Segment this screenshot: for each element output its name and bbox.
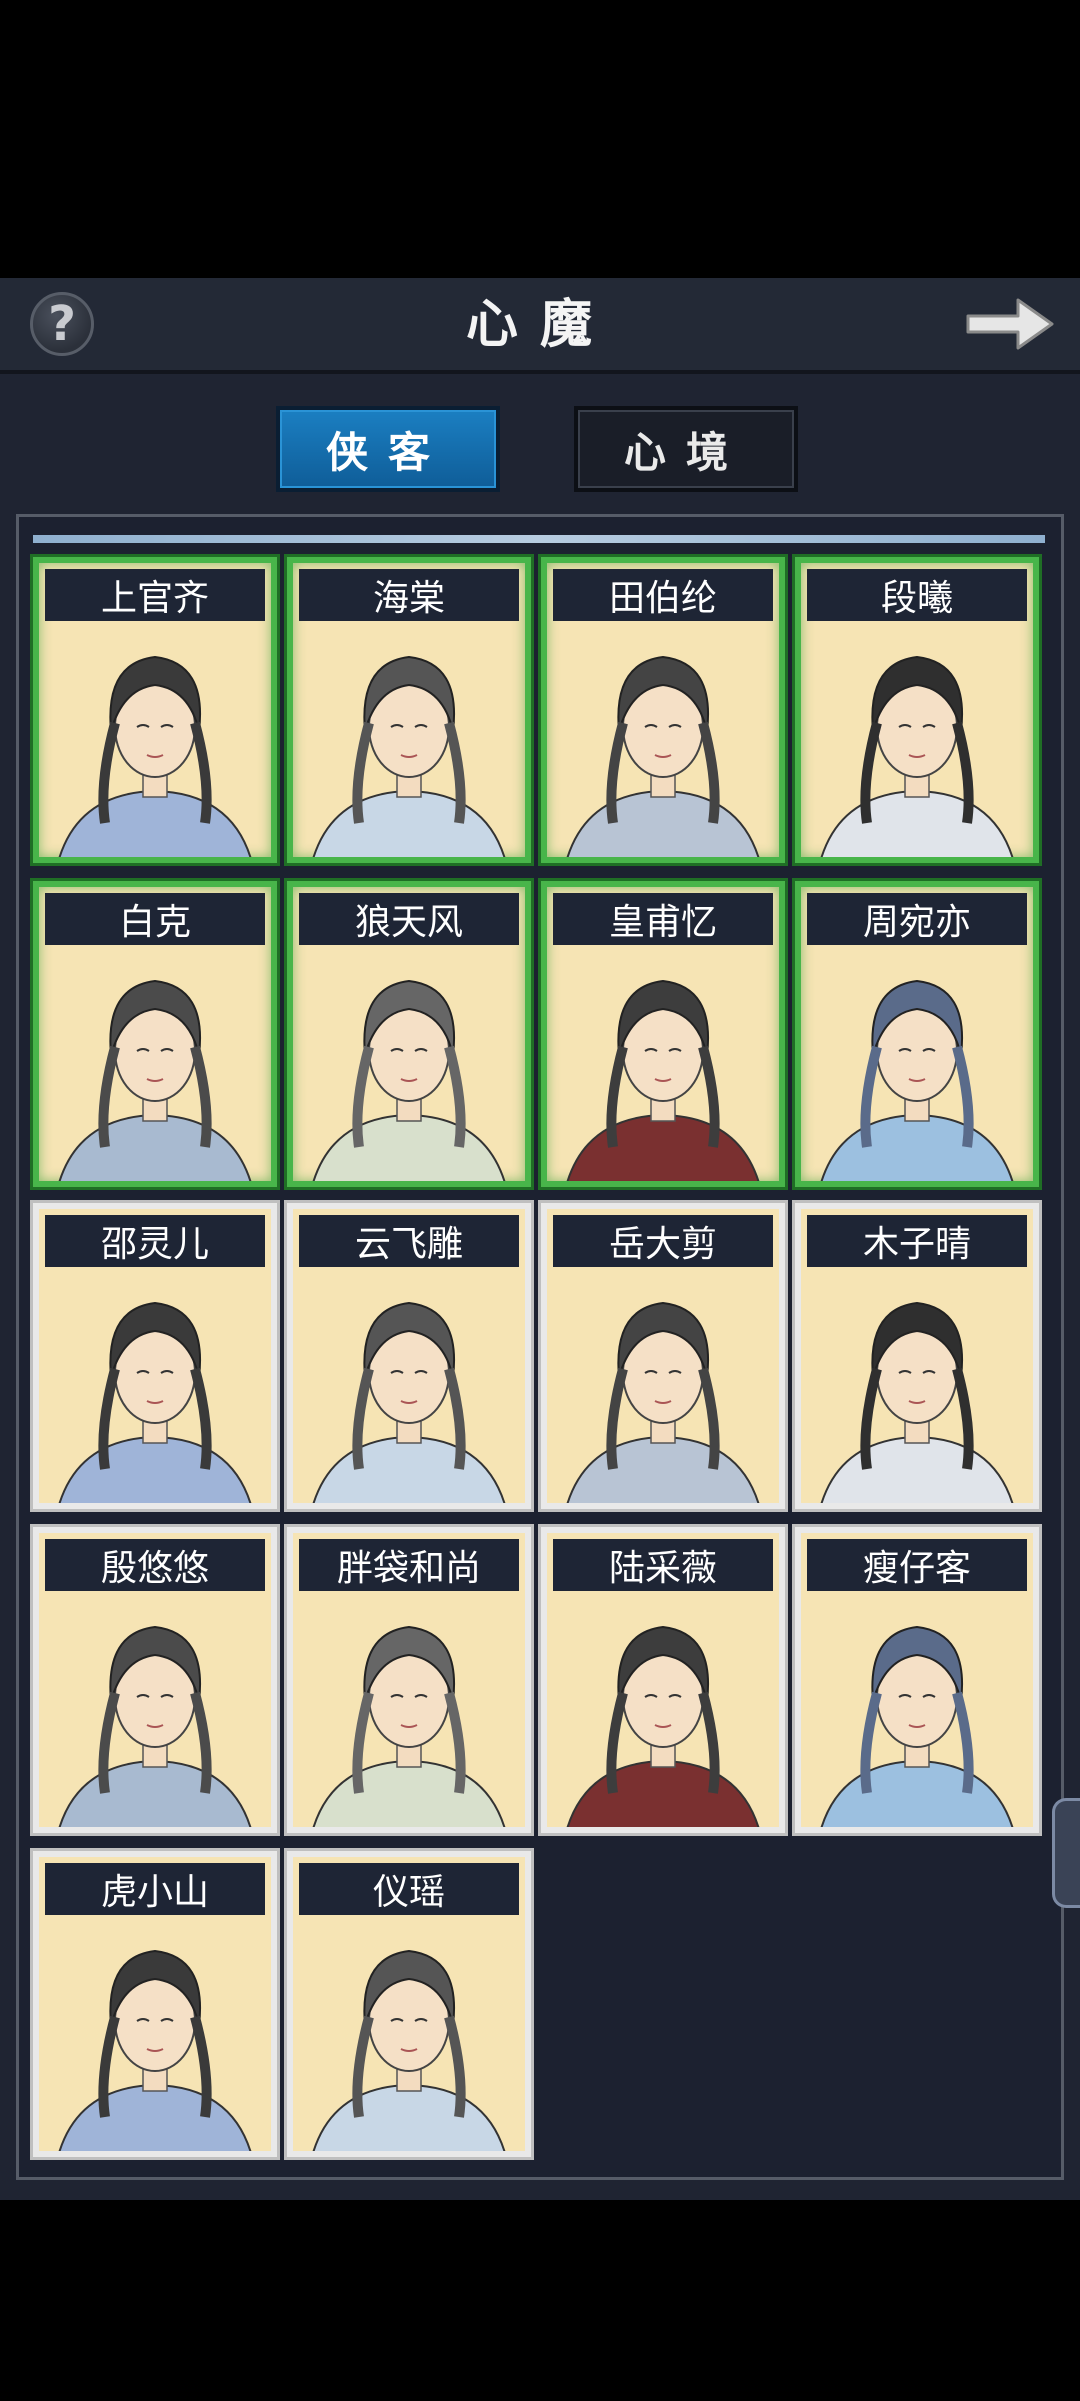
character-card[interactable]: 田伯纶 (541, 557, 785, 863)
character-card[interactable]: 陆采薇 (541, 1527, 785, 1833)
character-portrait (566, 655, 760, 857)
character-portrait (312, 979, 506, 1181)
character-portrait (566, 1301, 760, 1503)
character-portrait (58, 979, 252, 1181)
character-card[interactable]: 海棠 (287, 557, 531, 863)
character-card[interactable]: 虎小山 (33, 1851, 277, 2157)
character-portrait (312, 1949, 506, 2151)
character-name: 周宛亦 (807, 893, 1027, 945)
character-portrait (566, 1625, 760, 1827)
heart-demon-panel: ? 心魔 侠客 心境 上官齐 海棠 田伯纶 段曦白克 狼天风 皇甫忆 周宛亦邵灵儿 云飞雕 岳大… (0, 278, 1080, 2200)
character-card[interactable]: 云飞雕 (287, 1203, 531, 1509)
character-card[interactable]: 仪瑶 (287, 1851, 531, 2157)
character-grid: 上官齐 海棠 田伯纶 段曦白克 狼天风 皇甫忆 周宛亦邵灵儿 云飞雕 岳大剪 木子晴殷悠悠 胖袋和尚… (16, 514, 1064, 2180)
character-name: 陆采薇 (553, 1539, 773, 1591)
character-name: 虎小山 (45, 1863, 265, 1915)
tab-heroes-label: 侠客 (325, 427, 450, 477)
character-portrait (312, 655, 506, 857)
page-title: 心魔 (465, 294, 614, 355)
character-card[interactable]: 上官齐 (33, 557, 277, 863)
character-name: 段曦 (807, 569, 1027, 621)
character-portrait (58, 1301, 252, 1503)
character-portrait (820, 1301, 1014, 1503)
character-name: 木子晴 (807, 1215, 1027, 1267)
tab-bar: 侠客 心境 (0, 406, 1080, 496)
character-portrait (312, 1625, 506, 1827)
next-button[interactable] (962, 290, 1058, 358)
character-card[interactable]: 殷悠悠 (33, 1527, 277, 1833)
character-portrait (58, 655, 252, 857)
character-portrait (58, 1625, 252, 1827)
character-name: 海棠 (299, 569, 519, 621)
character-portrait (820, 655, 1014, 857)
tab-state-of-mind[interactable]: 心境 (574, 406, 798, 492)
character-card[interactable]: 木子晴 (795, 1203, 1039, 1509)
character-card[interactable]: 邵灵儿 (33, 1203, 277, 1509)
character-portrait (820, 1625, 1014, 1827)
character-card[interactable]: 段曦 (795, 557, 1039, 863)
character-name: 瘦仔客 (807, 1539, 1027, 1591)
arrow-right-icon (966, 298, 1054, 350)
character-card[interactable]: 白克 (33, 881, 277, 1187)
character-name: 上官齐 (45, 569, 265, 621)
character-card[interactable]: 狼天风 (287, 881, 531, 1187)
grid-top-bar (33, 535, 1045, 543)
character-name: 田伯纶 (553, 569, 773, 621)
character-card[interactable]: 瘦仔客 (795, 1527, 1039, 1833)
character-portrait (312, 1301, 506, 1503)
tab-heroes[interactable]: 侠客 (276, 406, 500, 492)
character-card[interactable]: 岳大剪 (541, 1203, 785, 1509)
character-name: 岳大剪 (553, 1215, 773, 1267)
side-drawer-handle[interactable] (1052, 1798, 1080, 1908)
character-name: 殷悠悠 (45, 1539, 265, 1591)
character-card[interactable]: 胖袋和尚 (287, 1527, 531, 1833)
character-name: 邵灵儿 (45, 1215, 265, 1267)
tab-state-of-mind-label: 心境 (623, 427, 748, 477)
header-bar: ? 心魔 (0, 278, 1080, 374)
character-name: 云飞雕 (299, 1215, 519, 1267)
character-card[interactable]: 皇甫忆 (541, 881, 785, 1187)
character-name: 白克 (45, 893, 265, 945)
character-portrait (566, 979, 760, 1181)
character-name: 狼天风 (299, 893, 519, 945)
character-portrait (820, 979, 1014, 1181)
character-portrait (58, 1949, 252, 2151)
character-name: 胖袋和尚 (299, 1539, 519, 1591)
character-card[interactable]: 周宛亦 (795, 881, 1039, 1187)
character-name: 仪瑶 (299, 1863, 519, 1915)
character-name: 皇甫忆 (553, 893, 773, 945)
